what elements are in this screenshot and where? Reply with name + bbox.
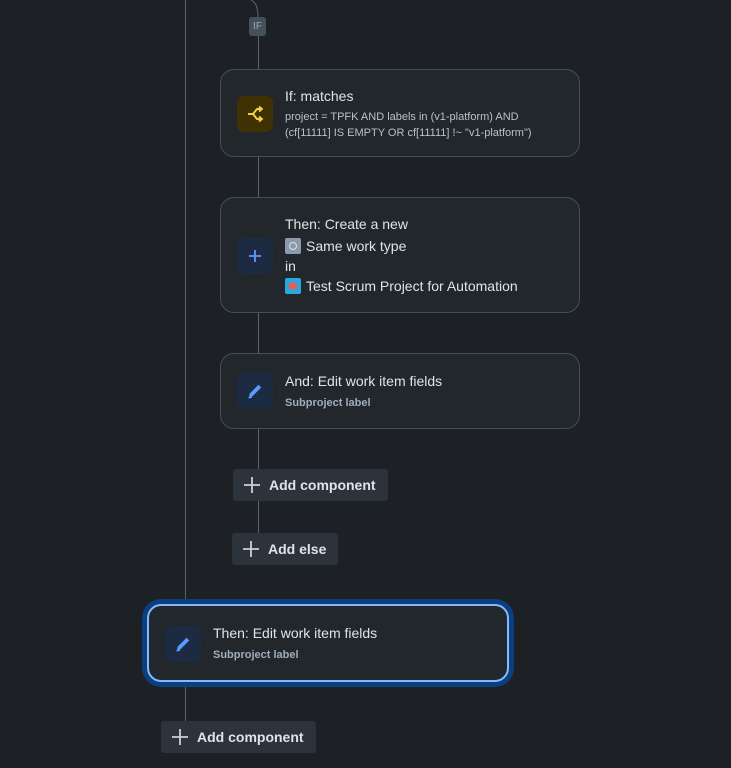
plus-icon <box>242 540 260 558</box>
add-else-label: Add else <box>268 541 327 557</box>
create-work-item-card[interactable]: Then: Create a new Same work type in Tes… <box>220 197 580 313</box>
pencil-icon <box>237 373 273 409</box>
work-type-line: Same work type <box>285 238 406 254</box>
if-tag: IF <box>249 17 266 36</box>
add-component-label: Add component <box>269 477 376 493</box>
project-label: Test Scrum Project for Automation <box>306 278 518 294</box>
add-else-button[interactable]: Add else <box>232 533 339 565</box>
edit-card-outer-title: Then: Edit work item fields <box>213 625 378 641</box>
inner-connector-line <box>258 312 259 354</box>
pencil-icon <box>165 626 201 662</box>
if-condition-card[interactable]: If: matches project = TPFK AND labels in… <box>220 69 580 157</box>
if-card-query-line: project = TPFK AND labels in (v1-platfor… <box>285 111 519 123</box>
project-icon <box>285 278 301 294</box>
add-component-button[interactable]: Add component <box>233 469 388 501</box>
plus-icon <box>171 728 189 746</box>
inner-connector-line <box>258 500 259 534</box>
branch-icon <box>237 96 273 132</box>
if-card-title: If: matches <box>285 88 354 104</box>
inner-connector-line <box>258 36 259 70</box>
edit-card-inner-title: And: Edit work item fields <box>285 373 443 389</box>
in-label: in <box>285 258 296 274</box>
edit-card-outer-subtitle: Subproject label <box>213 649 299 661</box>
edit-fields-card-inner[interactable]: And: Edit work item fields Subproject la… <box>220 353 580 429</box>
edit-fields-card-selected[interactable]: Then: Edit work item fields Subproject l… <box>147 604 509 682</box>
plus-icon <box>237 238 273 274</box>
add-component-button[interactable]: Add component <box>161 721 316 753</box>
edit-card-inner-subtitle: Subproject label <box>285 397 371 409</box>
if-card-query: project = TPFK AND labels in (v1-platfor… <box>285 109 532 141</box>
work-type-icon <box>285 238 301 254</box>
work-type-label: Same work type <box>306 238 407 254</box>
project-line: Test Scrum Project for Automation <box>285 278 518 294</box>
inner-connector-line <box>258 428 259 470</box>
inner-connector-line <box>258 156 259 198</box>
create-card-title: Then: Create a new <box>285 216 408 232</box>
if-card-query-line: (cf[11111] IS EMPTY OR cf[11111] !~ "v1-… <box>285 127 532 139</box>
add-component-label: Add component <box>197 729 304 745</box>
plus-icon <box>243 476 261 494</box>
